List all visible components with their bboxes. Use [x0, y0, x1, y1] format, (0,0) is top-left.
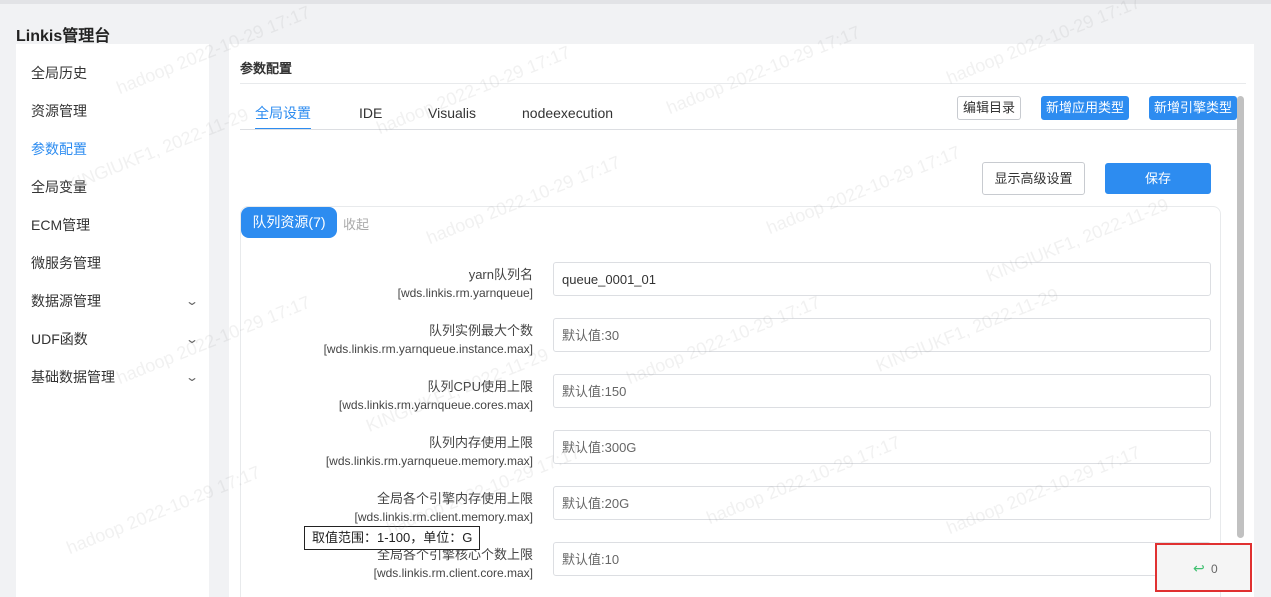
add-engine-type-button[interactable]: 新增引擎类型	[1149, 96, 1237, 120]
sidebar-item-udf-function[interactable]: UDF函数 ⌄	[16, 320, 209, 358]
field-input[interactable]	[553, 542, 1211, 576]
title-divider	[240, 83, 1246, 84]
sidebar-item-resource-manage[interactable]: 资源管理	[16, 92, 209, 130]
chevron-down-icon[interactable]: ⌄	[185, 358, 199, 396]
field-key: [wds.linkis.rm.client.core.max]	[373, 566, 533, 580]
field-key: [wds.linkis.rm.client.memory.max]	[354, 510, 533, 524]
field-input[interactable]	[553, 318, 1211, 352]
sidebar-item-ecm-manage[interactable]: ECM管理	[16, 206, 209, 244]
scrollbar-thumb[interactable]	[1237, 96, 1244, 538]
section-title[interactable]: 队列资源(7)	[241, 207, 337, 238]
field-input[interactable]	[553, 430, 1211, 464]
sidebar-item-label: UDF函数	[31, 331, 88, 347]
sidebar-item-base-data-manage[interactable]: 基础数据管理 ⌄	[16, 358, 209, 396]
sidebar-item-microservice-manage[interactable]: 微服务管理	[16, 244, 209, 282]
page-title: 参数配置	[240, 61, 293, 76]
tab-visualis[interactable]: Visualis	[428, 102, 476, 130]
form-row: 全局各个引擎核心个数上限 [wds.linkis.rm.client.core.m…	[241, 542, 1222, 597]
show-advanced-button[interactable]: 显示高级设置	[982, 162, 1085, 195]
field-key: [wds.linkis.rm.yarnqueue.memory.max]	[325, 454, 533, 468]
sidebar-item-label: 微服务管理	[31, 255, 101, 271]
sidebar-item-label: 数据源管理	[31, 293, 101, 309]
sidebar-item-label: 参数配置	[31, 141, 87, 157]
sidebar-item-global-history[interactable]: 全局历史	[16, 54, 209, 92]
field-label: 队列CPU使用上限	[427, 379, 533, 394]
feedback-counter[interactable]: ↩ 0	[1155, 543, 1252, 592]
form-row: 队列CPU使用上限 [wds.linkis.rm.yarnqueue.cores.…	[241, 374, 1222, 430]
field-label: 全局各个引擎内存使用上限	[376, 491, 533, 506]
field-key: [wds.linkis.rm.yarnqueue]	[397, 286, 533, 300]
top-shadow	[0, 0, 1271, 4]
field-input[interactable]	[553, 374, 1211, 408]
tab-ide[interactable]: IDE	[359, 102, 382, 130]
counter-value: 0	[1211, 562, 1218, 576]
form-row: 队列实例最大个数 [wds.linkis.rm.yarnqueue.instanc…	[241, 318, 1222, 374]
chevron-down-icon[interactable]: ⌄	[185, 320, 199, 358]
sidebar-item-global-variable[interactable]: 全局变量	[16, 168, 209, 206]
sidebar-item-label: 全局历史	[31, 65, 87, 81]
form-row: yarn队列名 [wds.linkis.rm.yarnqueue]	[241, 262, 1222, 318]
sidebar-item-label: 基础数据管理	[31, 369, 115, 385]
field-key: [wds.linkis.rm.yarnqueue.cores.max]	[338, 398, 533, 412]
sidebar: 全局历史 资源管理 参数配置 全局变量 ECM管理 微服务管理 数据源管理 ⌄ UDF函数 ⌄ 基础…	[16, 44, 209, 597]
tab-nodeexecution[interactable]: nodeexecution	[522, 102, 613, 130]
add-app-type-button[interactable]: 新增应用类型	[1041, 96, 1129, 120]
field-input[interactable]	[553, 486, 1211, 520]
chevron-down-icon[interactable]: ⌄	[185, 282, 199, 320]
app-title: Linkis管理台	[16, 28, 111, 45]
sidebar-item-label: 全局变量	[31, 179, 87, 195]
tabs-underline	[240, 129, 1238, 130]
sidebar-item-param-config[interactable]: 参数配置	[16, 130, 209, 168]
form-row: 队列内存使用上限 [wds.linkis.rm.yarnqueue.memory.…	[241, 430, 1222, 486]
field-key: [wds.linkis.rm.yarnqueue.instance.max]	[323, 342, 533, 356]
sidebar-item-datasource-manage[interactable]: 数据源管理 ⌄	[16, 282, 209, 320]
sidebar-item-label: 资源管理	[31, 103, 87, 119]
field-label: yarn队列名	[468, 267, 533, 282]
field-input[interactable]	[553, 262, 1211, 296]
save-button[interactable]: 保存	[1105, 163, 1211, 194]
tab-global-settings[interactable]: 全局设置	[255, 102, 311, 130]
sidebar-item-label: ECM管理	[31, 217, 91, 233]
return-arrow-icon: ↩	[1193, 560, 1205, 576]
range-tooltip: 取值范围：1-100，单位：G	[304, 526, 481, 550]
field-label: 队列实例最大个数	[428, 323, 533, 338]
field-label: 队列内存使用上限	[428, 435, 533, 450]
collapse-link[interactable]: 收起	[343, 214, 369, 233]
main-panel: 参数配置 全局设置 IDE Visualis nodeexecution 编辑目…	[229, 44, 1254, 597]
edit-catalog-button[interactable]: 编辑目录	[957, 96, 1021, 120]
